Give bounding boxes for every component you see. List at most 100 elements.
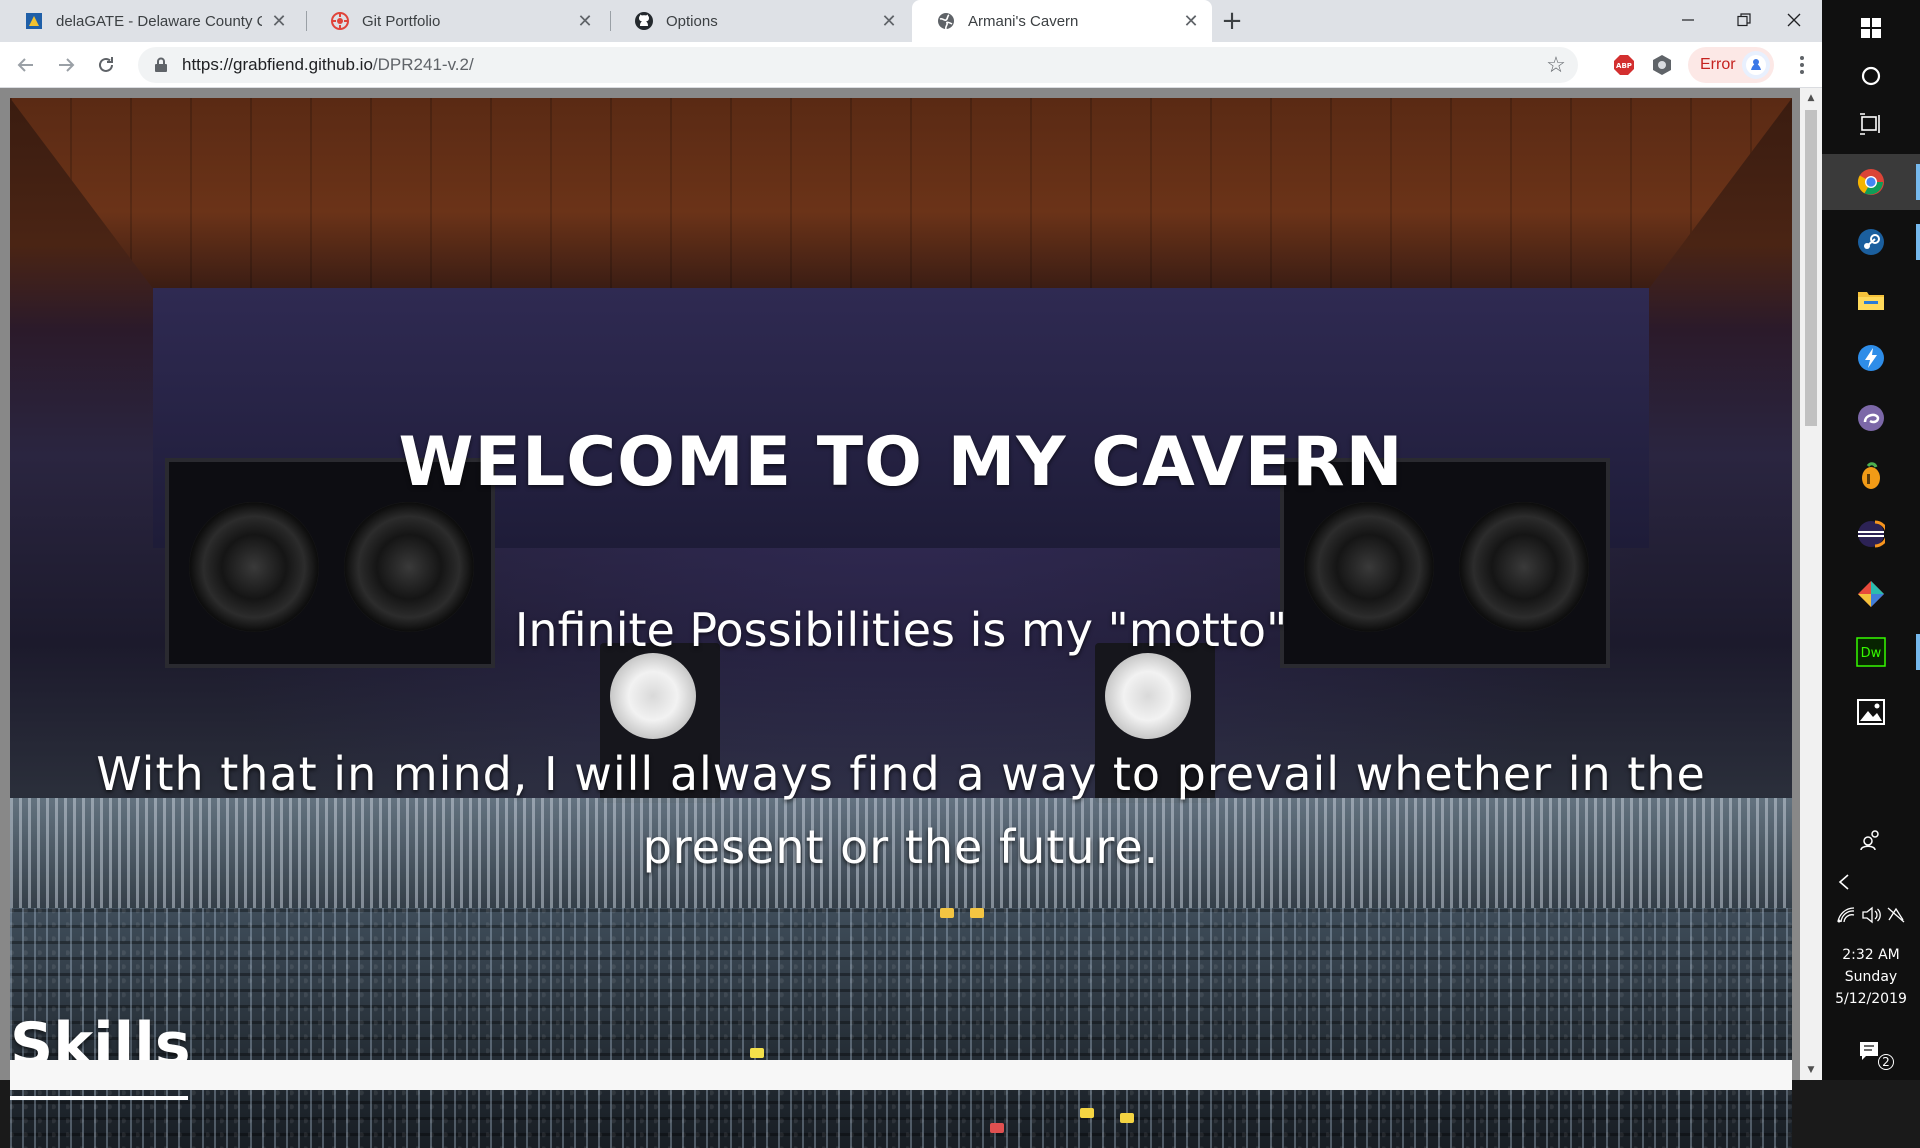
taskbar-file-explorer[interactable] [1822, 272, 1920, 328]
hero-title: WELCOME TO MY CAVERN [398, 423, 1404, 502]
svg-text:ABP: ABP [1616, 62, 1632, 70]
tab-title: Git Portfolio [362, 12, 441, 30]
fl-studio-icon [1862, 462, 1880, 489]
next-section [10, 1060, 1792, 1090]
minimize-button[interactable] [1660, 0, 1716, 40]
error-label: Error [1700, 56, 1736, 73]
mixing-console [10, 908, 1792, 1148]
network-disconnected-icon[interactable] [1886, 906, 1906, 924]
svg-text:Dw: Dw [1861, 646, 1882, 661]
tab-delagate[interactable]: delaGATE - Delaware County Com ✕ [0, 0, 300, 42]
hero-statement: With that in mind, I will always find a … [96, 747, 1706, 874]
dot [1800, 63, 1804, 67]
action-center-button[interactable]: 2 [1822, 1024, 1920, 1080]
clock-time: 2:32 AM [1842, 947, 1900, 963]
taskbar-bittorrent[interactable] [1822, 390, 1920, 446]
dot [1800, 56, 1804, 60]
volume-icon[interactable] [1861, 906, 1881, 924]
taskbar-chrome[interactable] [1822, 154, 1920, 210]
console-light [970, 908, 984, 918]
arrow-left-icon [17, 58, 33, 72]
tab-title: Options [666, 12, 718, 30]
clock-date: 5/12/2019 [1835, 991, 1907, 1007]
clock[interactable]: 2:32 AM Sunday 5/12/2019 [1822, 944, 1920, 1010]
steam-icon [1858, 229, 1884, 255]
forward-button[interactable] [52, 51, 80, 79]
windows-taskbar: Dw 2:32 AM Sunday 5/12/2019 2 [1822, 0, 1920, 1080]
tab-options[interactable]: Options ✕ [610, 0, 910, 42]
close-window-button[interactable] [1766, 0, 1822, 40]
taskbar-dreamweaver[interactable]: Dw [1822, 624, 1920, 680]
console-light [750, 1048, 764, 1058]
console-light [940, 908, 954, 918]
chevron-left-icon [1838, 874, 1849, 890]
delagate-favicon [24, 11, 44, 31]
close-icon[interactable]: ✕ [1182, 11, 1200, 31]
scroll-up-icon[interactable]: ▲ [1800, 90, 1822, 106]
adblock-plus-icon[interactable]: ABP [1612, 53, 1636, 77]
restore-icon [1737, 13, 1751, 27]
close-icon[interactable]: ✕ [880, 11, 898, 31]
console-light [1120, 1113, 1134, 1123]
hero-section: WELCOME TO MY CAVERN Infinite Possibilit… [10, 98, 1792, 1148]
close-icon[interactable]: ✕ [270, 11, 288, 31]
reload-icon [99, 57, 113, 72]
minimize-icon [1682, 19, 1694, 21]
eclipse-icon [1858, 520, 1885, 548]
taskbar-photos[interactable] [1822, 684, 1920, 740]
taskbar-steam[interactable] [1822, 214, 1920, 270]
plus-icon: + [1221, 6, 1243, 36]
arrow-right-icon [59, 58, 75, 72]
browser-toolbar: https://grabfiend.github.io/DPR241-v.2/ … [0, 42, 1822, 88]
url-path: /DPR241-v.2/ [372, 55, 474, 74]
tab-title: Armani's Cavern [968, 12, 1079, 30]
windows-start-icon [1861, 18, 1881, 38]
close-icon[interactable]: ✕ [576, 11, 594, 31]
taskbar-eclipse[interactable] [1822, 506, 1920, 562]
extension-hexagon-icon[interactable] [1650, 53, 1674, 77]
taskbar-thunderbolt-app[interactable] [1822, 330, 1920, 386]
running-indicator [1916, 224, 1920, 260]
tab-git-portfolio[interactable]: Git Portfolio ✕ [306, 0, 606, 42]
address-bar[interactable]: https://grabfiend.github.io/DPR241-v.2/ … [138, 47, 1578, 83]
skills-underline [10, 1096, 188, 1100]
show-hidden-icons-button[interactable] [1822, 862, 1920, 902]
tab-strip: delaGATE - Delaware County Com ✕ Git Por… [0, 0, 1822, 42]
tab-armanis-cavern[interactable]: Armani's Cavern ✕ [912, 0, 1212, 42]
taskbar-fl-studio[interactable] [1822, 448, 1920, 504]
clock-day: Sunday [1844, 969, 1898, 985]
page-viewport: WELCOME TO MY CAVERN Infinite Possibilit… [0, 88, 1822, 1148]
console-light [990, 1123, 1004, 1133]
scroll-thumb[interactable] [1805, 110, 1817, 426]
dot [1800, 70, 1804, 74]
taskbar-gitkraken[interactable] [1822, 566, 1920, 622]
monitor-dome [610, 653, 696, 739]
cortana-icon [1861, 66, 1881, 86]
restore-button[interactable] [1716, 0, 1772, 40]
chrome-menu-button[interactable] [1790, 51, 1814, 79]
bittorrent-icon [1858, 405, 1884, 431]
chrome-icon [1857, 169, 1884, 195]
wifi-icon[interactable] [1836, 906, 1856, 924]
hero-motto: Infinite Possibilities is my "motto" [514, 603, 1288, 657]
avatar [1742, 51, 1770, 79]
task-view-icon [1860, 113, 1880, 135]
people-icon [1860, 830, 1879, 851]
profile-error-button[interactable]: Error [1688, 47, 1774, 83]
lock-icon [152, 56, 170, 74]
browser-window: delaGATE - Delaware County Com ✕ Git Por… [0, 0, 1822, 1148]
active-indicator [1916, 164, 1920, 200]
github-icon [634, 11, 654, 31]
thunderbolt-app-icon [1858, 345, 1884, 371]
monitor-dome [1105, 653, 1191, 739]
people-button[interactable] [1822, 818, 1920, 862]
notification-count: 2 [1878, 1054, 1894, 1070]
task-view-button[interactable] [1822, 96, 1920, 152]
scroll-down-icon[interactable]: ▼ [1800, 1062, 1822, 1078]
bookmark-star-icon[interactable]: ☆ [1544, 52, 1568, 77]
globe-icon [936, 11, 956, 31]
back-button[interactable] [12, 51, 40, 79]
page-scrollbar[interactable]: ▲ ▼ [1800, 88, 1822, 1080]
new-tab-button[interactable]: + [1218, 6, 1246, 36]
reload-button[interactable] [92, 51, 120, 79]
